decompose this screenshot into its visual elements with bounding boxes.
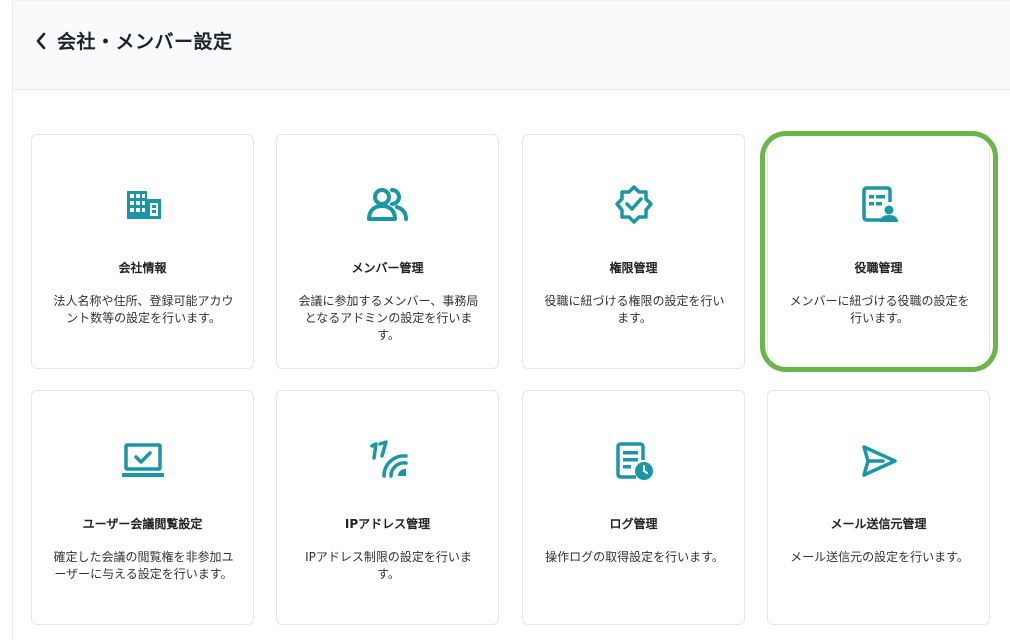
card-user-meeting-view-settings[interactable]: ユーザー会議閲覧設定 確定した会議の閲覧権を非参加ユーザーに与える設定を行います… bbox=[31, 390, 254, 625]
card-role-management[interactable]: 役職管理 メンバーに紐づける役職の設定を行います。 bbox=[767, 134, 990, 369]
card-description: 役職に紐づける権限の設定を行います。 bbox=[544, 294, 725, 325]
back-button[interactable]: 会社・メンバー設定 bbox=[35, 27, 233, 54]
card-title: IPアドレス管理 bbox=[344, 517, 431, 531]
members-icon bbox=[277, 183, 498, 227]
card-title: メール送信元管理 bbox=[830, 517, 927, 531]
card-description: メンバーに紐づける役職の設定を行います。 bbox=[789, 294, 970, 325]
card-mail-sender-management[interactable]: メール送信元管理 メール送信元の設定を行います。 bbox=[767, 390, 990, 625]
card-description: 法人名称や住所、登録可能アカウント数等の設定を行います。 bbox=[53, 294, 234, 325]
page-header: 会社・メンバー設定 bbox=[13, 0, 1010, 90]
card-description: メール送信元の設定を行います。 bbox=[790, 550, 969, 564]
card-title: ログ管理 bbox=[609, 517, 658, 531]
send-icon bbox=[768, 439, 989, 483]
card-description: IPアドレス制限の設定を行います。 bbox=[305, 550, 472, 581]
card-company-info[interactable]: 会社情報 法人名称や住所、登録可能アカウント数等の設定を行います。 bbox=[31, 134, 254, 369]
role-profile-icon bbox=[768, 183, 989, 227]
card-description: 操作ログの取得設定を行います。 bbox=[545, 550, 724, 564]
card-title: 役職管理 bbox=[854, 261, 903, 275]
monitor-check-icon bbox=[32, 439, 253, 483]
card-log-management[interactable]: ログ管理 操作ログの取得設定を行います。 bbox=[522, 390, 745, 625]
verified-badge-icon bbox=[523, 183, 744, 227]
chevron-left-icon bbox=[35, 30, 53, 52]
log-clock-icon bbox=[523, 439, 744, 483]
card-title: メンバー管理 bbox=[351, 261, 424, 275]
card-title: 権限管理 bbox=[609, 261, 658, 275]
page-title: 会社・メンバー設定 bbox=[57, 31, 233, 53]
card-description: 会議に参加するメンバー、事務局となるアドミンの設定を行います。 bbox=[298, 294, 479, 342]
card-title: ユーザー会議閲覧設定 bbox=[82, 517, 203, 531]
card-description: 確定した会議の閲覧権を非参加ユーザーに与える設定を行います。 bbox=[53, 550, 234, 581]
card-title: 会社情報 bbox=[118, 261, 167, 275]
building-icon bbox=[32, 183, 253, 227]
ip-signal-icon bbox=[277, 439, 498, 483]
card-ip-address-management[interactable]: IPアドレス管理 IPアドレス制限の設定を行います。 bbox=[276, 390, 499, 625]
card-permission-management[interactable]: 権限管理 役職に紐づける権限の設定を行います。 bbox=[522, 134, 745, 369]
card-member-management[interactable]: メンバー管理 会議に参加するメンバー、事務局となるアドミンの設定を行います。 bbox=[276, 134, 499, 369]
